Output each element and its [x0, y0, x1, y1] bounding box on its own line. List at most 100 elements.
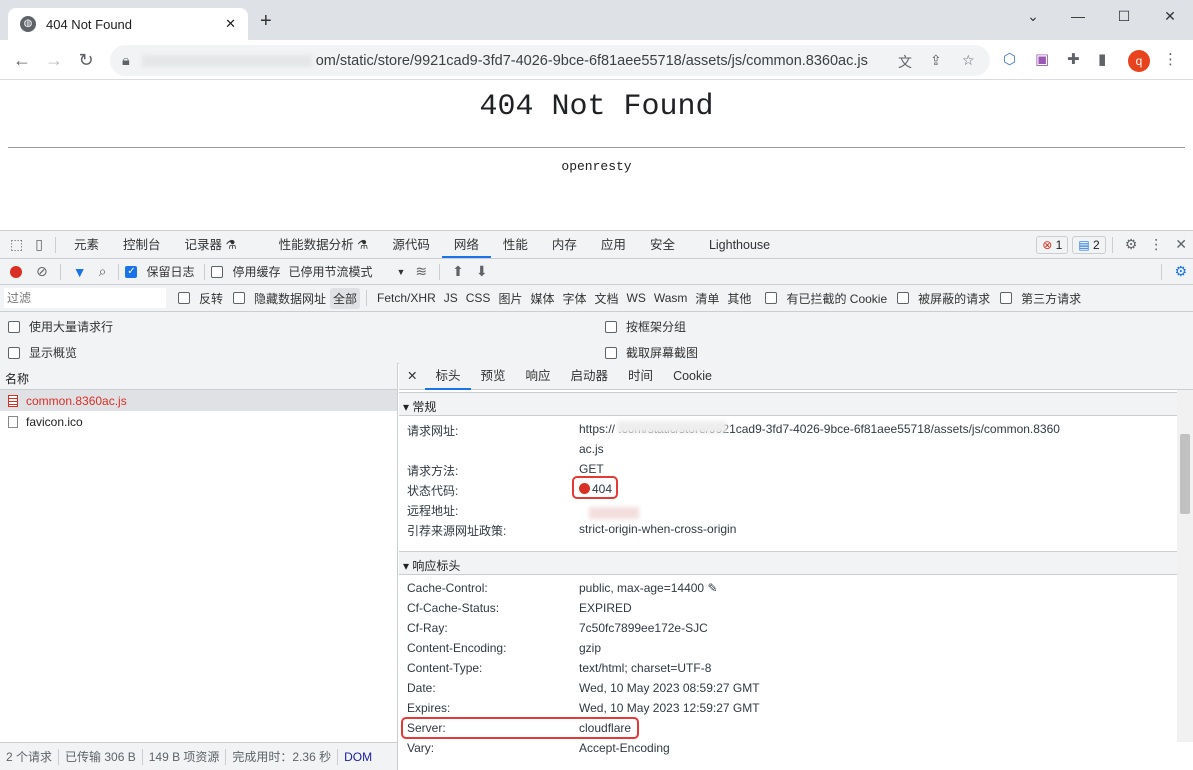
invert-checkbox[interactable]: [178, 292, 190, 304]
clear-icon[interactable]: ⊘: [30, 263, 54, 280]
new-tab-button[interactable]: +: [260, 10, 272, 33]
tab-headers[interactable]: 标头: [425, 363, 471, 390]
filter-type-fetch[interactable]: Fetch/XHR: [373, 291, 440, 305]
tab-performance[interactable]: 性能: [491, 232, 540, 258]
inspect-icon[interactable]: ⬚: [4, 236, 29, 253]
group-by-frame-checkbox[interactable]: [605, 321, 617, 333]
tab-performance-insights[interactable]: 性能数据分析 ⚗: [267, 232, 381, 258]
message-badge[interactable]: ▤ 2: [1072, 235, 1106, 254]
reload-icon[interactable]: ↻: [74, 48, 98, 72]
tab-console[interactable]: 控制台: [111, 232, 173, 258]
filter-type-ws[interactable]: WS: [623, 291, 650, 305]
avatar[interactable]: q: [1128, 50, 1150, 72]
extension-icon[interactable]: ⬡: [1003, 50, 1016, 68]
device-toolbar-icon[interactable]: ▯: [29, 236, 49, 253]
search-icon[interactable]: ⌕: [93, 263, 113, 280]
filter-type-css[interactable]: CSS: [462, 291, 495, 305]
menu-icon[interactable]: ⋮: [1163, 50, 1178, 68]
show-overview-label: 显示概览: [29, 346, 78, 360]
tab-cookies[interactable]: Cookie: [663, 363, 722, 390]
share-icon[interactable]: ⇪: [930, 52, 942, 69]
filter-type-manifest[interactable]: 清单: [691, 290, 723, 307]
bookmark-star-icon[interactable]: ☆: [962, 52, 975, 69]
large-rows-checkbox[interactable]: [8, 321, 20, 333]
header-value: Wed, 10 May 2023 08:59:27 GMT: [579, 681, 760, 695]
general-section-header[interactable]: ▾ 常规: [399, 392, 1177, 416]
tab-application[interactable]: 应用: [589, 232, 638, 258]
network-conditions-icon[interactable]: ≋: [409, 263, 433, 280]
import-har-icon[interactable]: ⬆: [446, 263, 470, 280]
close-details-icon[interactable]: ✕: [399, 363, 425, 390]
filter-type-js[interactable]: JS: [440, 291, 462, 305]
back-icon[interactable]: ←: [10, 48, 34, 72]
translate-icon[interactable]: 文: [898, 52, 912, 72]
tab-memory[interactable]: 内存: [540, 232, 589, 258]
header-row: Expires: Wed, 10 May 2023 12:59:27 GMT: [407, 701, 760, 715]
header-row: ac.js: [407, 442, 604, 456]
preserve-log-checkbox[interactable]: ✓: [125, 265, 138, 278]
header-value: Wed, 10 May 2023 12:59:27 GMT: [579, 701, 760, 715]
minimize-button[interactable]: —: [1063, 4, 1093, 28]
show-overview-checkbox[interactable]: [8, 347, 20, 359]
tab-title: 404 Not Found: [46, 16, 133, 32]
extension-icon-2[interactable]: ▣: [1035, 50, 1049, 68]
tab-timing[interactable]: 时间: [618, 363, 663, 390]
error-badge[interactable]: ⊗ 1: [1036, 235, 1069, 254]
screenshots-checkbox[interactable]: [605, 347, 617, 359]
tab-lighthouse[interactable]: Lighthouse: [697, 232, 782, 258]
disable-cache-checkbox[interactable]: [211, 265, 224, 278]
hide-data-urls-checkbox[interactable]: [233, 292, 246, 304]
chevron-down-icon[interactable]: ▼: [392, 267, 409, 277]
tab-security[interactable]: 安全: [638, 232, 687, 258]
edit-pencil-icon[interactable]: ✎: [707, 581, 717, 595]
tab-elements[interactable]: 元素: [62, 232, 111, 258]
network-settings-icon[interactable]: ⚙: [1168, 263, 1193, 280]
tab-initiator[interactable]: 启动器: [561, 363, 619, 390]
extensions-puzzle-icon[interactable]: ✚: [1067, 50, 1080, 68]
address-bar[interactable]: 🔒︎ om/static/store/9921cad9-3fd7-4026-9b…: [110, 45, 990, 76]
request-row[interactable]: common.8360ac.js: [0, 390, 397, 411]
header-key: Expires:: [407, 701, 451, 715]
blocked-requests-checkbox[interactable]: [897, 292, 910, 304]
close-tab-icon[interactable]: ✕: [225, 16, 236, 32]
name-column-header[interactable]: 名称: [0, 363, 397, 390]
record-icon[interactable]: [10, 265, 22, 278]
filter-type-all[interactable]: 全部: [330, 287, 361, 309]
third-party-label: 第三方请求: [1021, 291, 1082, 306]
side-panel-icon[interactable]: ▮: [1098, 50, 1106, 68]
header-row: Cache-Control: public, max-age=14400 ✎: [407, 581, 718, 595]
filter-type-font[interactable]: 字体: [558, 290, 590, 307]
filter-type-img[interactable]: 图片: [494, 290, 526, 307]
filter-type-other[interactable]: 其他: [723, 290, 755, 307]
settings-gear-icon[interactable]: ⚙: [1119, 236, 1144, 253]
blocked-cookies-checkbox[interactable]: [765, 292, 778, 304]
filter-input[interactable]: [4, 288, 166, 308]
tab-search-icon[interactable]: ⌄: [1018, 4, 1048, 28]
tab-network[interactable]: 网络: [441, 232, 491, 258]
request-row[interactable]: favicon.ico: [0, 411, 397, 432]
more-options-icon[interactable]: ⋮: [1143, 236, 1169, 253]
tab-strip: ◍ 404 Not Found ✕ + ⌄ — ☐ ✕: [0, 0, 1193, 40]
filter-type-doc[interactable]: 文档: [590, 290, 622, 307]
filter-type-wasm[interactable]: Wasm: [650, 291, 692, 305]
close-devtools-icon[interactable]: ✕: [1169, 236, 1193, 253]
filter-icon[interactable]: ▼: [67, 264, 93, 280]
browser-tab[interactable]: ◍ 404 Not Found ✕: [8, 8, 248, 40]
tab-recorder[interactable]: 记录器 ⚗: [172, 232, 248, 258]
export-har-icon[interactable]: ⬇: [470, 263, 494, 280]
resource-size: 149 B 项资源: [148, 750, 220, 764]
filter-type-media[interactable]: 媒体: [526, 290, 558, 307]
tab-preview[interactable]: 预览: [471, 363, 516, 390]
tab-sources[interactable]: 源代码: [380, 232, 442, 258]
response-headers-section-header[interactable]: ▾ 响应标头: [399, 551, 1177, 575]
tab-response[interactable]: 响应: [516, 363, 561, 390]
throttling-select[interactable]: 已停用节流模式: [284, 263, 376, 280]
third-party-checkbox[interactable]: [1000, 292, 1013, 304]
forward-icon[interactable]: →: [42, 48, 66, 72]
close-window-button[interactable]: ✕: [1155, 4, 1185, 28]
transferred-size: 已传输 306 B: [65, 750, 136, 764]
details-scrollbar[interactable]: [1177, 390, 1193, 742]
script-file-icon: [8, 394, 18, 407]
maximize-button[interactable]: ☐: [1109, 4, 1139, 28]
file-icon: [8, 415, 18, 428]
